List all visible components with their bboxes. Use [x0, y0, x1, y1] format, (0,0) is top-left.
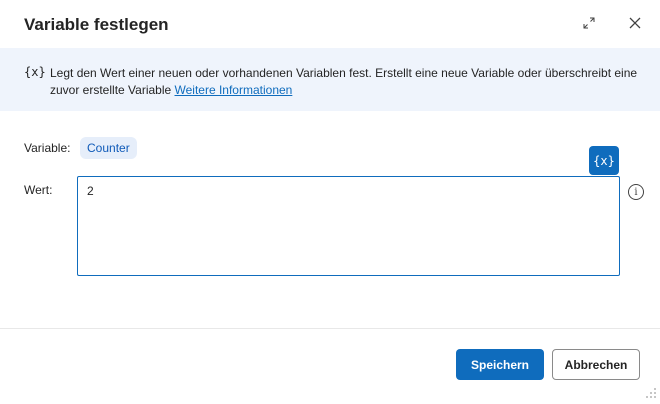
info-description-text: Legt den Wert einer neuen oder vorhanden…: [50, 66, 638, 97]
cancel-button[interactable]: Abbrechen: [552, 349, 640, 380]
info-circle-icon[interactable]: i: [628, 184, 644, 200]
close-button[interactable]: [623, 13, 647, 37]
set-variable-dialog: Variable festlegen {x} Legt den Wert ein…: [0, 0, 660, 401]
variable-name-chip[interactable]: Counter: [80, 137, 137, 159]
variable-label: Variable:: [24, 141, 71, 155]
value-input[interactable]: 2: [77, 176, 620, 276]
dialog-title: Variable festlegen: [24, 15, 169, 34]
info-description: Legt den Wert einer neuen oder vorhanden…: [50, 65, 640, 99]
save-button[interactable]: Speichern: [456, 349, 544, 380]
variable-icon: {x}: [24, 65, 46, 79]
value-label: Wert:: [24, 183, 53, 197]
resize-grip-icon[interactable]: [645, 386, 657, 398]
close-icon: [629, 16, 641, 34]
learn-more-link[interactable]: Weitere Informationen: [175, 83, 293, 97]
value-input-text: 2: [87, 184, 94, 198]
expand-button[interactable]: [577, 13, 601, 37]
variable-picker-button[interactable]: {x}: [589, 146, 619, 175]
footer-divider: [0, 328, 660, 329]
expand-icon: [583, 16, 595, 34]
info-banner: {x} Legt den Wert einer neuen oder vorha…: [0, 48, 660, 111]
